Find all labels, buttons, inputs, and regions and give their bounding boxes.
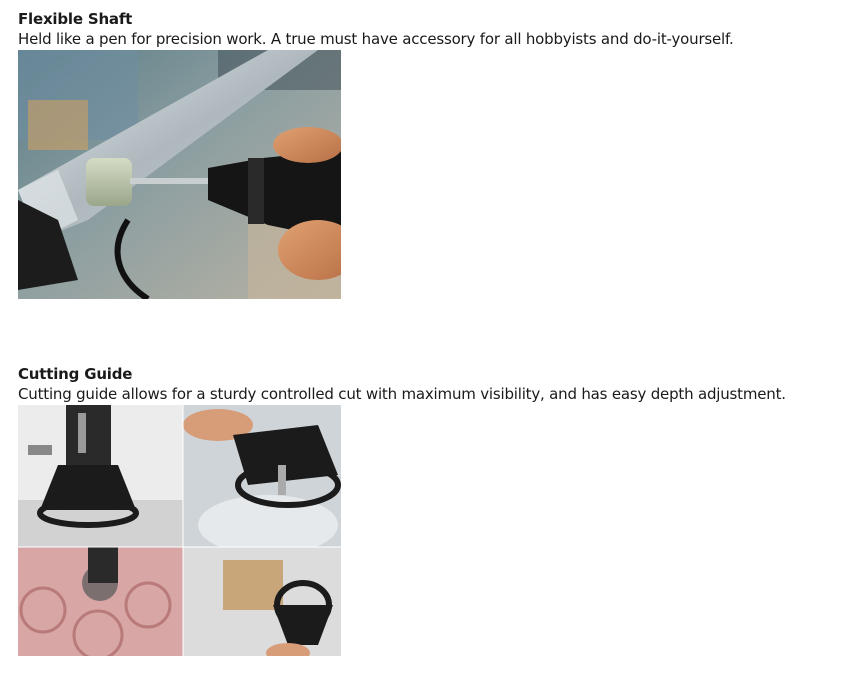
flexible-shaft-title: Flexible Shaft (18, 10, 133, 28)
flexible-shaft-section: Flexible Shaft Held like a pen for preci… (18, 9, 734, 299)
cutting-guide-section: Cutting Guide Cutting guide allows for a… (18, 364, 786, 656)
flexible-shaft-description: Held like a pen for precision work. A tr… (18, 30, 734, 48)
cutting-guide-photo-grid (18, 405, 341, 656)
cutting-guide-title: Cutting Guide (18, 365, 133, 383)
flexible-shaft-photo (18, 50, 341, 299)
cutting-guide-description: Cutting guide allows for a sturdy contro… (18, 385, 786, 403)
